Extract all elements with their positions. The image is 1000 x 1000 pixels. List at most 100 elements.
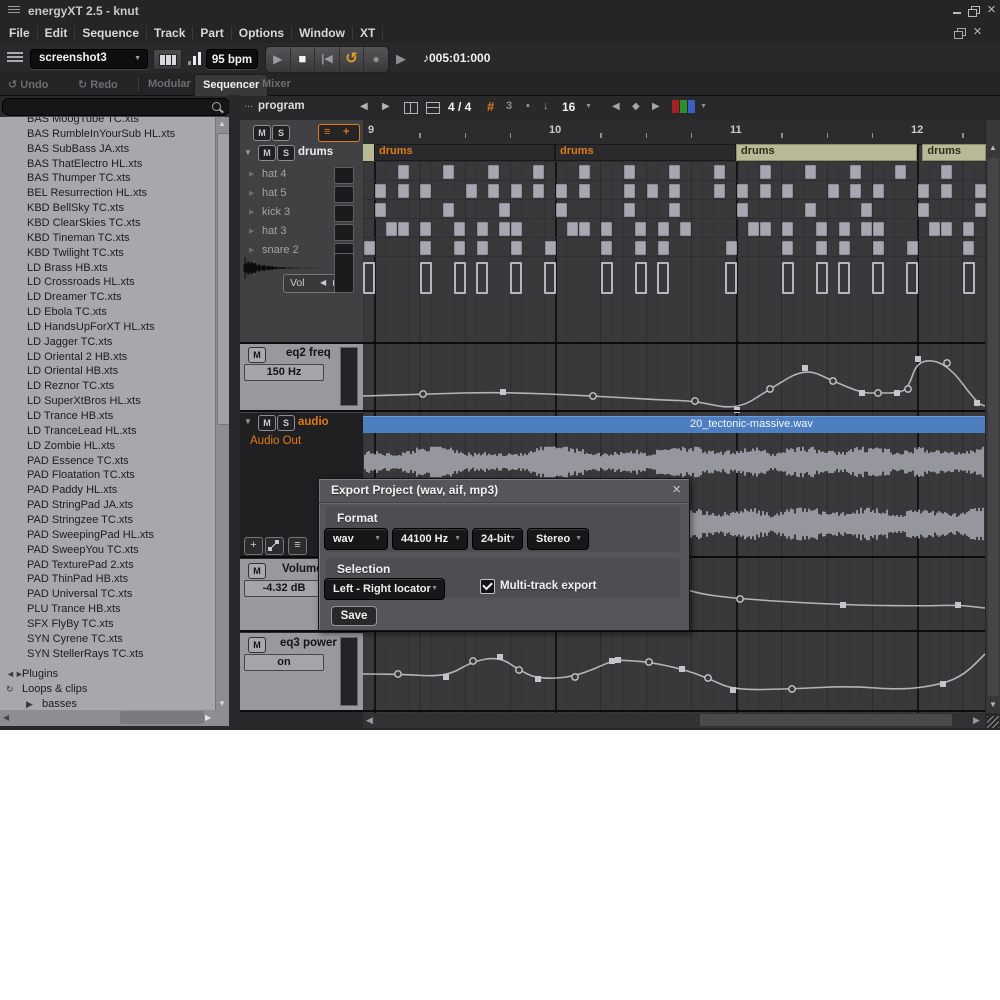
menu-sequence[interactable]: Sequence	[75, 26, 147, 40]
loc-right-icon[interactable]: ▶	[652, 101, 660, 112]
hsplit-view-icon[interactable]	[426, 102, 440, 114]
scroll-left-icon[interactable]: ◀	[366, 715, 373, 726]
file-item[interactable]: LD Reznor TC.xts	[27, 380, 114, 395]
file-item[interactable]: PAD SweepingPad HL.xts	[27, 529, 154, 544]
node-connect-button[interactable]	[265, 537, 284, 555]
menu-xt[interactable]: XT	[353, 26, 383, 40]
format-dropdown-1[interactable]: 44100 Hz▼	[392, 528, 468, 550]
track-name-drums[interactable]: drums	[298, 146, 333, 158]
save-button[interactable]: Save	[331, 606, 377, 626]
file-item[interactable]: LD Brass HB.xts	[27, 262, 108, 277]
file-item[interactable]: PAD StringPad JA.xts	[27, 499, 133, 514]
track-name-hat-5[interactable]: hat 5	[262, 187, 286, 199]
tree-item-loops---clips[interactable]: ↻Loops & clips	[0, 683, 215, 698]
file-item[interactable]: PAD TexturePad 2.xts	[27, 559, 134, 574]
tree-item-basses[interactable]: ▶basses	[0, 698, 215, 710]
scroll-thumb[interactable]	[120, 711, 204, 724]
dialog-title-bar[interactable]: Export Project (wav, aif, mp3) ×	[319, 479, 689, 503]
file-item[interactable]: LD Dreamer TC.xts	[27, 291, 122, 306]
format-dropdown-3[interactable]: Stereo▼	[527, 528, 589, 550]
loc-left-icon[interactable]: ◀	[612, 101, 620, 112]
track-name-audio[interactable]: audio	[298, 416, 329, 428]
vol-left-icon[interactable]: ◀	[320, 278, 326, 287]
dialog-close-icon[interactable]: ×	[672, 481, 681, 498]
browser-vscrollbar[interactable]: ▲ ▼	[215, 117, 230, 710]
search-input[interactable]	[2, 98, 230, 116]
prev-part-icon[interactable]: ◀	[360, 101, 368, 112]
mute-button[interactable]: M	[258, 415, 276, 431]
file-item[interactable]: LD Oriental HB.xts	[27, 365, 118, 380]
part-add-button[interactable]: ≡+	[318, 124, 360, 142]
file-item[interactable]: SYN Cyrene TC.xts	[27, 633, 123, 648]
mute-button[interactable]: M	[248, 637, 266, 653]
snap-value[interactable]: 3	[506, 100, 512, 112]
track-name-hat-4[interactable]: hat 4	[262, 168, 286, 180]
child-restore-button[interactable]	[954, 28, 965, 38]
solo-button[interactable]: S	[277, 415, 295, 431]
scroll-down-icon[interactable]: ▼	[218, 699, 226, 708]
toolbar-ellipsis[interactable]: ...	[244, 98, 253, 110]
sequence-menu-icon[interactable]	[7, 52, 23, 63]
file-item[interactable]: PAD Stringzee TC.xts	[27, 514, 133, 529]
expand-icon[interactable]: ▶	[249, 208, 254, 216]
file-item[interactable]: LD Oriental 2 HB.xts	[27, 351, 127, 366]
play-from-cursor-button[interactable]: ▶	[396, 51, 406, 67]
play-button[interactable]: ▶	[266, 47, 291, 72]
file-item[interactable]: LD TranceLead HL.xts	[27, 425, 136, 440]
menu-options[interactable]: Options	[232, 26, 292, 40]
restore-button[interactable]	[968, 6, 979, 16]
solo-button[interactable]: S	[272, 125, 290, 141]
dot-tool-icon[interactable]: •	[526, 100, 530, 112]
scroll-right-icon[interactable]: ▶	[205, 713, 211, 722]
main-hscrollbar[interactable]: ◀ ▶	[363, 713, 985, 728]
menu-track[interactable]: Track	[147, 26, 193, 40]
file-item[interactable]: PAD ThinPad HB.xts	[27, 573, 128, 588]
lane-value[interactable]: on	[244, 654, 324, 671]
child-close-icon[interactable]: ×	[971, 26, 984, 38]
file-item[interactable]: SFX FlyBy TC.xts	[27, 618, 114, 633]
expand-icon[interactable]: ▶	[249, 227, 254, 235]
browser-hscrollbar[interactable]: ◀ ▶	[0, 710, 229, 726]
scroll-right-icon[interactable]: ▶	[973, 715, 980, 726]
close-icon[interactable]: ×	[985, 4, 998, 16]
file-item[interactable]: LD Trance HB.xts	[27, 410, 113, 425]
tab-modular[interactable]: Modular	[148, 78, 191, 90]
file-item[interactable]: BEL Resurrection HL.xts	[27, 187, 147, 202]
split-view-icon[interactable]	[404, 102, 418, 114]
color-picker[interactable]	[672, 100, 696, 113]
next-part-icon[interactable]: ▶	[382, 101, 390, 112]
insert-down-icon[interactable]: ↓	[543, 100, 549, 112]
file-item[interactable]: KBD ClearSkies TC.xts	[27, 217, 141, 232]
lane-value[interactable]: -4.32 dB	[244, 580, 324, 597]
loc-marker-icon[interactable]: ◆	[632, 101, 640, 112]
file-item[interactable]: PAD Universal TC.xts	[27, 588, 132, 603]
format-dropdown-0[interactable]: wav▼	[324, 528, 388, 550]
expand-icon[interactable]: ▶	[249, 246, 254, 254]
audio-out-label[interactable]: Audio Out	[250, 435, 301, 447]
snap-icon[interactable]: #	[487, 99, 494, 114]
file-item[interactable]: PAD Floatation TC.xts	[27, 469, 135, 484]
file-item[interactable]: BAS RumbleInYourSub HL.xts	[27, 128, 175, 143]
mute-button[interactable]: M	[253, 125, 271, 141]
file-item[interactable]: BAS MoogTube TC.xts	[27, 117, 139, 128]
file-item[interactable]: KBD Tineman TC.xts	[27, 232, 130, 247]
format-dropdown-2[interactable]: 24-bit▼	[472, 528, 523, 550]
grid-dropdown-icon[interactable]: ▼	[585, 103, 592, 110]
track-list-button[interactable]: ≡	[288, 537, 307, 555]
file-item[interactable]: BAS SubBass JA.xts	[27, 143, 129, 158]
file-item[interactable]: LD Crossroads HL.xts	[27, 276, 135, 291]
file-item[interactable]: PAD SweepYou TC.xts	[27, 544, 139, 559]
file-item[interactable]: SYN StellerRays TC.xts	[27, 648, 144, 663]
minimize-button[interactable]	[950, 4, 964, 16]
menu-edit[interactable]: Edit	[38, 26, 76, 40]
mute-button[interactable]: M	[248, 347, 266, 363]
record-button[interactable]: ●	[364, 47, 388, 72]
grid-value[interactable]: 16	[562, 100, 575, 114]
color-dropdown-icon[interactable]: ▼	[700, 103, 707, 110]
file-item[interactable]: PAD Essence TC.xts	[27, 455, 129, 470]
scroll-down-icon[interactable]: ▼	[989, 700, 997, 709]
file-item[interactable]: KBD BellSky TC.xts	[27, 202, 124, 217]
file-item[interactable]: LD SuperXtBros HL.xts	[27, 395, 141, 410]
panel-divider[interactable]	[229, 95, 240, 726]
tab-sequencer[interactable]: Sequencer	[194, 74, 268, 96]
